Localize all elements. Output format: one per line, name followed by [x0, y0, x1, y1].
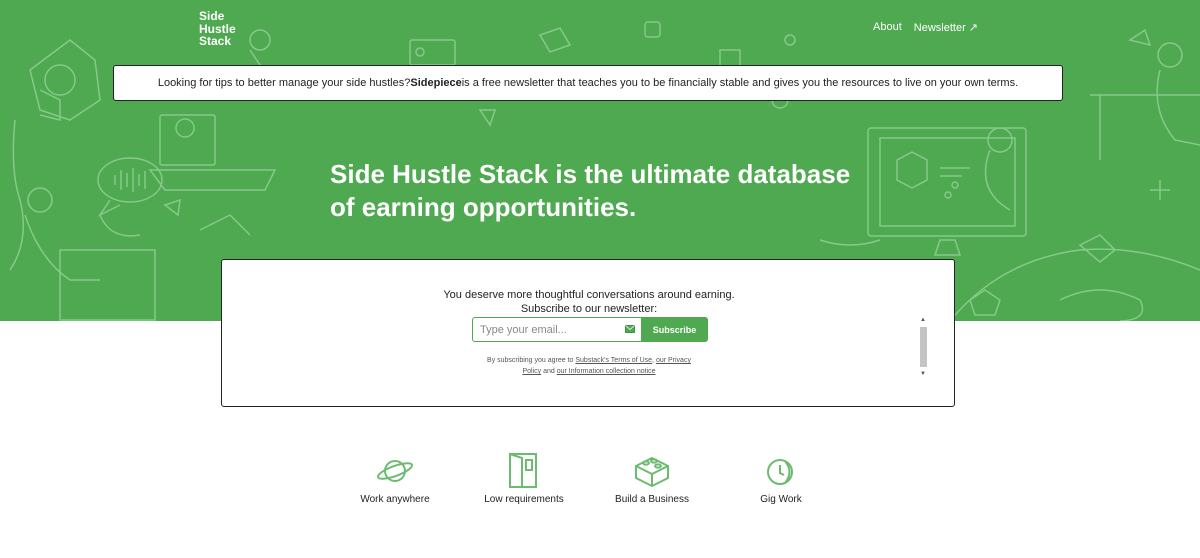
privacy-link[interactable]: our Privacy: [656, 357, 691, 364]
feature-work-anywhere[interactable]: Work anywhere: [335, 452, 455, 505]
email-placeholder: Type your email...: [480, 323, 567, 336]
feature-gig-work[interactable]: Gig Work: [721, 452, 841, 505]
subscribe-line-1: You deserve more thoughtful conversation…: [443, 289, 735, 301]
terms-link[interactable]: Substack's Terms of Use: [575, 357, 652, 364]
planet-icon: [376, 460, 414, 482]
nav-newsletter-link[interactable]: Newsletter ↗: [914, 21, 978, 34]
top-nav: About Newsletter ↗: [873, 21, 978, 34]
subscribe-card: You deserve more thoughtful conversation…: [221, 259, 955, 407]
scroll-thumb[interactable]: [920, 327, 927, 367]
email-input[interactable]: Type your email...: [472, 317, 641, 342]
collection-notice-link[interactable]: our Information collection notice: [557, 368, 656, 375]
headline-line-1: Side Hustle Stack is the ultimate databa…: [330, 159, 851, 189]
feature-label: Build a Business: [615, 494, 689, 505]
coin-clock-icon: [767, 459, 793, 485]
legal-prefix: By subscribing you agree to: [487, 357, 576, 364]
page-headline: Side Hustle Stack is the ultimate databa…: [330, 158, 890, 224]
feature-label: Gig Work: [760, 494, 802, 505]
banner-text-before: Looking for tips to better manage your s…: [157, 77, 411, 89]
headline-line-2: of earning opportunities.: [330, 192, 637, 222]
subscribe-form: Type your email... Subscribe: [472, 317, 708, 342]
newsletter-promo-banner: Looking for tips to better manage your s…: [113, 65, 1063, 101]
subscribe-text: You deserve more thoughtful conversation…: [222, 288, 956, 316]
banner-text-after: is a free newsletter that teaches you to…: [461, 77, 1019, 89]
feature-label: Work anywhere: [360, 494, 430, 505]
legal-and: and: [541, 368, 557, 375]
logo-line: Side: [199, 9, 225, 23]
site-logo[interactable]: Side Hustle Stack: [199, 10, 259, 48]
banner-brand-link[interactable]: Sidepiece: [410, 77, 461, 89]
brick-icon: [635, 456, 669, 488]
feature-build-a-business[interactable]: Build a Business: [592, 452, 712, 505]
privacy-link-cont[interactable]: Policy: [522, 368, 541, 375]
subscribe-line-2: Subscribe to our newsletter:: [520, 303, 658, 315]
nav-about-link[interactable]: About: [873, 21, 902, 34]
door-icon: [509, 453, 537, 488]
scroll-up-icon[interactable]: ▲: [920, 317, 926, 323]
scroll-down-icon[interactable]: ▼: [920, 371, 926, 377]
legal-notice: By subscribing you agree to Substack's T…: [222, 355, 956, 377]
subscribe-button[interactable]: Subscribe: [641, 317, 708, 342]
feature-label: Low requirements: [484, 494, 564, 505]
logo-line: Stack: [199, 34, 232, 48]
mail-icon: [625, 325, 635, 333]
feature-low-requirements[interactable]: Low requirements: [464, 452, 584, 505]
embed-scrollbar[interactable]: ▲ ▼: [919, 317, 928, 380]
